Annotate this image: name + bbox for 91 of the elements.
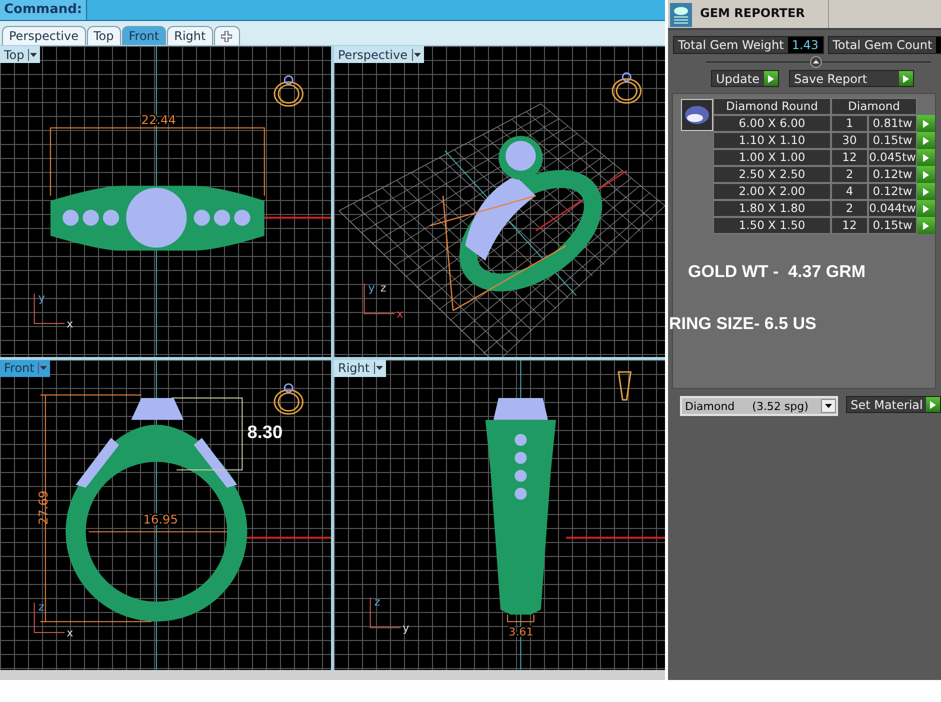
axis-indicator-icon: [34, 602, 65, 633]
table-cell: 0.12tw: [868, 166, 917, 183]
ring-thumbnail-icon: [274, 382, 304, 414]
caret-icon: [40, 366, 48, 370]
row-go-button[interactable]: [917, 115, 935, 132]
table-cell: 12: [831, 149, 868, 166]
dimension-label: 27.69: [36, 490, 50, 524]
panel-button[interactable]: Update: [711, 70, 779, 87]
add-tab-button[interactable]: [214, 26, 240, 45]
table-cell: 4: [831, 183, 868, 200]
viewport-tab[interactable]: Perspective: [2, 26, 86, 45]
viewport[interactable]: Perspective y z x: [334, 46, 665, 356]
field-label: Total Gem Weight: [677, 37, 785, 53]
dimension-note: 8.30: [247, 421, 283, 442]
panel-title: GEM REPORTER: [692, 0, 829, 28]
field-label: Total Gem Count: [832, 37, 934, 53]
table-cell: 1.80 X 1.80: [713, 200, 831, 217]
table-cell: 0.81tw: [868, 115, 917, 132]
caret-icon: [30, 52, 38, 56]
plus-icon: [221, 30, 232, 42]
play-icon: [923, 222, 929, 230]
viewport-tab[interactable]: Right: [167, 26, 213, 45]
table-cell: 0.044tw: [868, 200, 917, 217]
play-icon: [923, 170, 929, 178]
ring-thumbnail-icon: [618, 370, 632, 400]
row-go-button[interactable]: [917, 183, 935, 200]
axis-label: y: [38, 292, 45, 305]
row-go-button[interactable]: [917, 217, 935, 234]
play-icon: [923, 188, 929, 196]
ring-thumbnail-icon: [274, 75, 304, 107]
table-cell: 1: [831, 115, 868, 132]
column-header: Diamond Round: [713, 98, 831, 115]
play-icon: [923, 154, 929, 162]
axis-label: y: [368, 282, 375, 295]
table-cell: 30: [831, 132, 868, 149]
viewport-label[interactable]: Front: [0, 360, 50, 376]
table-cell: 6.00 X 6.00: [713, 115, 831, 132]
axis-indicator-icon: [34, 294, 65, 324]
table-cell: 1.50 X 1.50: [713, 217, 831, 234]
axis-indicator-icon: [364, 284, 395, 314]
command-label: Command:: [0, 0, 88, 20]
play-icon: [930, 400, 936, 408]
row-go-button[interactable]: [917, 166, 935, 183]
table-cell: 0.045tw: [868, 149, 917, 166]
dimension-line: [507, 614, 534, 622]
axis-label: x: [66, 318, 74, 331]
field-value: 1.43: [788, 37, 823, 53]
axis-label: y: [402, 621, 410, 634]
table-cell: 2.00 X 2.00: [713, 183, 831, 200]
play-icon: [923, 204, 929, 212]
axis-indicator-icon: [370, 597, 401, 628]
report-note: GOLD WT - 4.37 GRM: [688, 262, 866, 282]
column-header: Diamond: [831, 98, 917, 115]
caret-icon: [414, 52, 420, 56]
table-cell: 0.15tw: [868, 132, 917, 149]
table-cell: 0.12tw: [868, 183, 917, 200]
viewport-label[interactable]: Top: [0, 46, 40, 63]
table-cell: 0.15tw: [868, 217, 917, 234]
axis-line: [264, 216, 331, 219]
play-icon: [903, 74, 909, 82]
caret-icon: [376, 366, 383, 370]
table-cell: 1.10 X 1.10: [713, 132, 831, 149]
table-cell: 2: [831, 200, 868, 217]
material-select[interactable]: Diamond (3.52 spg): [680, 396, 838, 416]
row-go-button[interactable]: [917, 149, 935, 166]
row-go-button[interactable]: [917, 200, 935, 217]
axis-label: z: [38, 600, 44, 614]
gem-icon: [681, 99, 713, 131]
table-cell: 1.00 X 1.00: [713, 149, 831, 166]
axis-label: x: [66, 626, 74, 640]
ring-thumbnail-icon: [612, 72, 642, 104]
set-material-button[interactable]: Set Material: [846, 396, 941, 413]
axis-label: z: [374, 595, 380, 608]
report-note: RING SIZE- 6.5 US: [669, 314, 816, 334]
caret-icon: [824, 404, 832, 408]
splitter-handle-icon[interactable]: [706, 56, 931, 68]
play-icon: [923, 136, 929, 144]
viewport-label[interactable]: Perspective: [334, 46, 424, 63]
viewport-tab[interactable]: Front: [122, 26, 166, 45]
axis-label: x: [396, 308, 404, 321]
viewport-tab[interactable]: Top: [86, 26, 121, 45]
panel-button[interactable]: Save Report: [789, 70, 914, 87]
play-icon: [768, 74, 774, 82]
table-cell: 2.50 X 2.50: [713, 166, 831, 183]
axis-label: z: [380, 282, 386, 295]
play-icon: [923, 120, 929, 128]
viewport-label[interactable]: Right: [334, 360, 386, 376]
table-cell: 12: [831, 217, 868, 234]
gem-report-icon: [670, 3, 692, 27]
row-go-button[interactable]: [917, 132, 935, 149]
table-cell: 2: [831, 166, 868, 183]
